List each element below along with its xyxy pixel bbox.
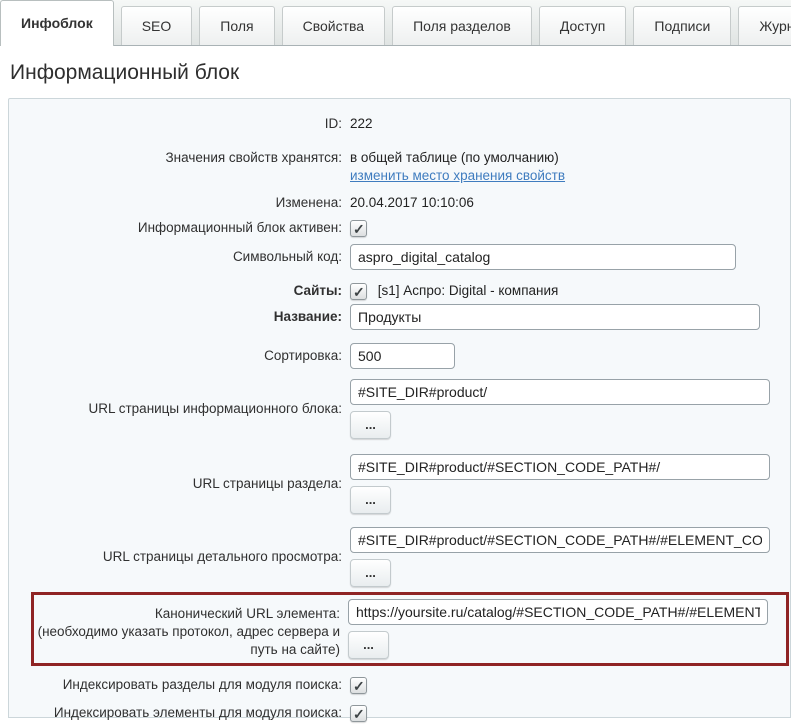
tab-infoblock[interactable]: Инфоблок bbox=[0, 0, 114, 46]
code-label: Символьный код: bbox=[9, 248, 342, 266]
index-sections-checkbox[interactable] bbox=[350, 677, 367, 694]
field-row-storage: Значения свойств хранятся: в общей табли… bbox=[9, 149, 790, 185]
field-row-id: ID: 222 bbox=[9, 115, 790, 133]
tab-event-log[interactable]: Журнал событий bbox=[738, 6, 791, 45]
url-section-label: URL страницы раздела: bbox=[9, 475, 342, 493]
site-s1-name: [s1] Аспро: Digital - компания bbox=[378, 283, 559, 298]
name-input[interactable] bbox=[350, 304, 760, 330]
tab-access[interactable]: Доступ bbox=[539, 6, 627, 45]
tab-section-fields[interactable]: Поля разделов bbox=[392, 6, 532, 45]
field-row-index-elements: Индексировать элементы для модуля поиска… bbox=[9, 704, 790, 722]
sort-label: Сортировка: bbox=[9, 347, 342, 365]
field-row-code: Символьный код: bbox=[9, 244, 790, 270]
canonical-url-input[interactable] bbox=[348, 599, 768, 625]
modified-value: 20.04.2017 10:10:06 bbox=[350, 194, 474, 212]
id-label: ID: bbox=[9, 115, 342, 133]
url-section-input[interactable] bbox=[350, 454, 770, 480]
url-iblock-input[interactable] bbox=[350, 379, 770, 405]
canonical-url-highlight-box: Канонический URL элемента: (необходимо у… bbox=[31, 592, 789, 666]
sites-label: Сайты: bbox=[9, 282, 342, 300]
field-row-modified: Изменена: 20.04.2017 10:10:06 bbox=[9, 194, 790, 212]
site-s1-checkbox[interactable] bbox=[350, 283, 367, 300]
url-iblock-label: URL страницы информационного блока: bbox=[9, 400, 342, 418]
active-checkbox[interactable] bbox=[350, 220, 367, 237]
storage-value: в общей таблице (по умолчанию) bbox=[350, 149, 565, 167]
tab-captions[interactable]: Подписи bbox=[633, 6, 731, 45]
infoblock-form-panel: ID: 222 Значения свойств хранятся: в общ… bbox=[8, 98, 791, 718]
field-row-sort: Сортировка: bbox=[9, 343, 790, 369]
canonical-label: Канонический URL элемента: (необходимо у… bbox=[34, 599, 340, 659]
tab-fields[interactable]: Поля bbox=[199, 6, 274, 45]
modified-label: Изменена: bbox=[9, 194, 342, 212]
change-storage-link[interactable]: изменить место хранения свойств bbox=[350, 168, 565, 183]
index-elements-label: Индексировать элементы для модуля поиска… bbox=[9, 704, 342, 722]
name-label: Название: bbox=[9, 308, 342, 326]
storage-label: Значения свойств хранятся: bbox=[9, 149, 342, 167]
field-row-name: Название: bbox=[9, 304, 790, 330]
page-title: Информационный блок bbox=[10, 61, 791, 85]
tab-properties[interactable]: Свойства bbox=[282, 6, 385, 45]
url-detail-label: URL страницы детального просмотра: bbox=[9, 548, 342, 566]
active-label: Информационный блок активен: bbox=[9, 219, 342, 237]
code-input[interactable] bbox=[350, 244, 736, 270]
sort-input[interactable] bbox=[350, 343, 455, 369]
url-detail-browse-button[interactable]: ... bbox=[350, 559, 391, 587]
id-value: 222 bbox=[350, 115, 373, 133]
url-iblock-browse-button[interactable]: ... bbox=[350, 411, 391, 439]
index-sections-label: Индексировать разделы для модуля поиска: bbox=[9, 676, 342, 694]
field-row-url-section: URL страницы раздела: ... bbox=[9, 454, 790, 514]
canonical-url-browse-button[interactable]: ... bbox=[348, 631, 389, 659]
tab-bar: Инфоблок SEO Поля Свойства Поля разделов… bbox=[0, 0, 791, 46]
tab-seo[interactable]: SEO bbox=[121, 6, 193, 45]
field-row-url-iblock: URL страницы информационного блока: ... bbox=[9, 379, 790, 439]
index-elements-checkbox[interactable] bbox=[350, 705, 367, 722]
field-row-sites: Сайты: [s1] Аспро: Digital - компания bbox=[9, 282, 790, 300]
field-row-active: Информационный блок активен: bbox=[9, 219, 790, 237]
field-row-index-sections: Индексировать разделы для модуля поиска: bbox=[9, 676, 790, 694]
url-detail-input[interactable] bbox=[350, 527, 770, 553]
field-row-url-detail: URL страницы детального просмотра: ... bbox=[9, 527, 790, 587]
url-section-browse-button[interactable]: ... bbox=[350, 486, 391, 514]
